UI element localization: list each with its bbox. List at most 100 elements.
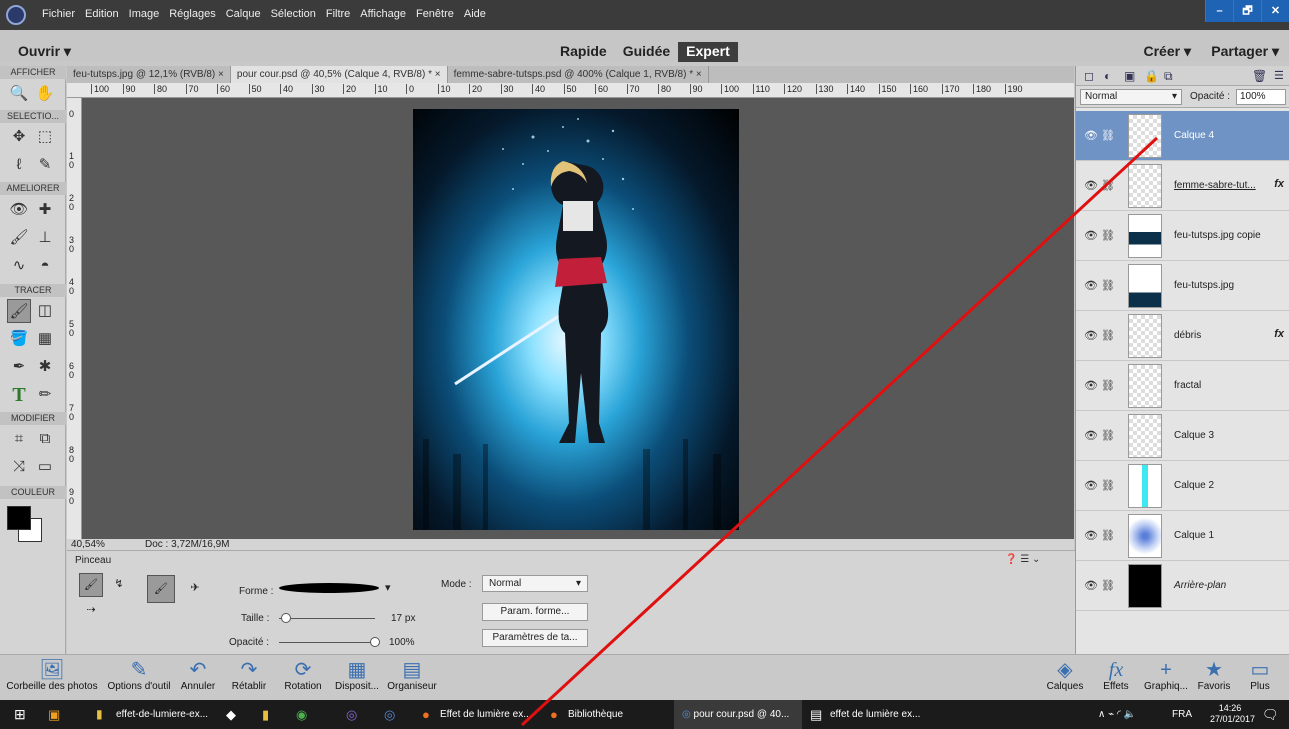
layer-row[interactable]: 👁 ⛓ Calque 4 [1076,111,1289,161]
tablet-settings-button[interactable]: Paramètres de ta... [482,629,588,647]
visibility-eye-icon[interactable]: 👁 ⛓ [1084,429,1115,442]
visibility-eye-icon[interactable]: 👁 ⛓ [1084,179,1115,192]
type-tool-icon[interactable]: T [7,383,31,407]
tab-femme-sabre[interactable]: femme-sabre-tutsps.psd @ 400% (Calque 1,… [448,66,709,83]
favorites-button[interactable]: ★ Favoris [1194,655,1234,701]
system-tray-icons[interactable]: ∧ ⌁ ◜ 🔈 [1098,700,1136,729]
zoom-tool-icon[interactable]: 🔍 [7,82,31,106]
layer-fx-icon[interactable]: fx [1274,328,1284,340]
pencil-tool-icon[interactable]: ✏ [33,383,57,407]
opacite-slider[interactable] [279,642,375,643]
opacite-slider-thumb[interactable] [370,637,380,647]
lock-all-icon[interactable]: ⧉ [1164,69,1173,84]
lock-icon[interactable]: 🔒 [1144,69,1159,83]
sponge-tool-icon[interactable]: ◓ [33,254,57,278]
mode-expert[interactable]: Expert [678,42,738,62]
chevron-down-icon[interactable]: ▾ [385,581,391,594]
layer-name[interactable]: femme-sabre-tut... [1174,180,1256,191]
taskbar-item-library[interactable]: Bibliothèque [568,700,623,729]
taille-slider[interactable] [279,618,375,619]
close-window-button[interactable]: ✕ [1261,0,1289,22]
layer-row[interactable]: 👁 ⛓ Arrière-plan [1076,561,1289,611]
canvas-area[interactable] [82,98,1074,539]
blend-mode-select[interactable]: Normal ▾ [1080,89,1182,105]
layout-button[interactable]: ▦ Disposit... [330,655,384,701]
layer-mask-icon[interactable]: ▣ [1124,69,1135,83]
layer-name[interactable]: Arrière-plan [1174,580,1226,591]
layer-row[interactable]: 👁 ⛓ feu-tutsps.jpg [1076,261,1289,311]
eyedropper-tool-icon[interactable]: ✒ [7,355,31,379]
layer-row[interactable]: 👁 ⛓ Calque 2 [1076,461,1289,511]
airbrush-off-icon[interactable]: 🖌 [147,575,175,603]
taskbar-item-photoshop[interactable]: ◎ pour cour.psd @ 40... [674,700,802,729]
visibility-eye-icon[interactable]: 👁 ⛓ [1084,529,1115,542]
more-button[interactable]: ▭ Plus [1240,655,1280,701]
layers-button[interactable]: ◈ Calques [1042,655,1088,701]
visibility-eye-icon[interactable]: 👁 ⛓ [1084,129,1115,142]
blur-tool-icon[interactable]: ∿ [7,254,31,278]
layer-row[interactable]: 👁 ⛓ feu-tutsps.jpg copie [1076,211,1289,261]
layer-name[interactable]: feu-tutsps.jpg [1174,280,1234,291]
menu-reglages[interactable]: Réglages [169,8,215,20]
graphics-button[interactable]: + Graphiq... [1138,655,1194,701]
layer-row[interactable]: 👁 ⛓ Calque 3 [1076,411,1289,461]
taille-slider-thumb[interactable] [280,613,291,623]
taskbar-item-firefox-1[interactable]: Effet de lumière ex... [440,700,532,729]
crop-tool-icon[interactable]: ⌗ [7,427,31,451]
visibility-eye-icon[interactable]: 👁 ⛓ [1084,229,1115,242]
menu-aide[interactable]: Aide [464,8,486,20]
hand-tool-icon[interactable]: ✋ [33,82,57,106]
editor-task-icon[interactable]: ◎ [384,700,395,729]
share-button[interactable]: Partager ▾ [1211,43,1279,60]
custom-shape-tool-icon[interactable]: ✱ [33,355,57,379]
brush-shape-preview[interactable] [279,583,379,593]
organizer-task-icon[interactable]: ◎ [346,700,357,729]
layer-row[interactable]: 👁 ⛓ Calque 1 [1076,511,1289,561]
menu-affichage[interactable]: Affichage [360,8,406,20]
app-icon[interactable]: ◆ [226,700,236,729]
layer-name[interactable]: Calque 1 [1174,530,1214,541]
close-icon[interactable]: × [435,69,441,80]
marquee-tool-icon[interactable]: ⬚ [33,125,57,149]
tab-feu-tutsps[interactable]: feu-tutsps.jpg @ 12,1% (RVB/8) × [67,66,231,83]
brush-tool-icon[interactable]: 🖌 [7,299,31,323]
windows-start-icon[interactable]: ⊞ [14,700,26,729]
language-indicator[interactable]: FRA [1172,700,1192,729]
file-explorer-icon[interactable]: ▮ [262,700,269,729]
chrome-icon[interactable]: ◉ [296,700,307,729]
effects-button[interactable]: fx Effets [1096,655,1136,701]
menu-selection[interactable]: Sélection [271,8,316,20]
brush-mode-icon[interactable]: 🖌 [79,573,103,597]
new-layer-icon[interactable]: ◻ [1084,69,1094,83]
clock[interactable]: 14:26 27/01/2017 [1210,703,1255,725]
adjustment-layer-icon[interactable]: ◐ [1104,69,1111,83]
taskbar-item-folder[interactable]: effet-de-lumiere-ex... [116,700,208,729]
maximize-button[interactable]: 🗗 [1233,0,1261,22]
airbrush-on-icon[interactable]: ✈ [181,575,209,603]
lasso-tool-icon[interactable]: ℓ [7,153,31,177]
opacity-input[interactable]: 100% [1236,89,1286,105]
visibility-eye-icon[interactable]: 👁 ⛓ [1084,329,1115,342]
paint-bucket-tool-icon[interactable]: 🪣 [7,327,31,351]
move-tool-icon[interactable]: ✥ [7,125,31,149]
layer-row[interactable]: 👁 ⛓ fractal [1076,361,1289,411]
open-button[interactable]: Ouvrir ▾ [18,43,71,60]
rotate-button[interactable]: ⟳ Rotation [278,655,328,701]
trash-icon[interactable]: 🗑 [1252,69,1267,83]
zoom-readout[interactable]: 40,54% [71,539,105,550]
layer-name[interactable]: Calque 4 [1174,130,1214,141]
mode-select[interactable]: Normal ▾ [482,575,588,592]
undo-button[interactable]: ↶ Annuler [176,655,220,701]
help-icon[interactable]: ❓ ☰ ⌄ [1005,554,1040,565]
tool-options-button[interactable]: ✎ Options d'outil [104,655,174,701]
straighten-tool-icon[interactable]: ▭ [33,455,57,479]
eraser-tool-icon[interactable]: ◫ [33,299,57,323]
media-player-icon[interactable]: ▣ [48,700,60,729]
smart-brush-tool-icon[interactable]: 🖌 [7,226,31,250]
quick-select-tool-icon[interactable]: ✎ [33,153,57,177]
visibility-eye-icon[interactable]: 👁 ⛓ [1084,379,1115,392]
clone-stamp-tool-icon[interactable]: ⊥ [33,226,57,250]
organizer-button[interactable]: ▤ Organiseur [382,655,442,701]
menu-calque[interactable]: Calque [226,8,261,20]
red-eye-tool-icon[interactable]: 👁 [7,198,31,222]
